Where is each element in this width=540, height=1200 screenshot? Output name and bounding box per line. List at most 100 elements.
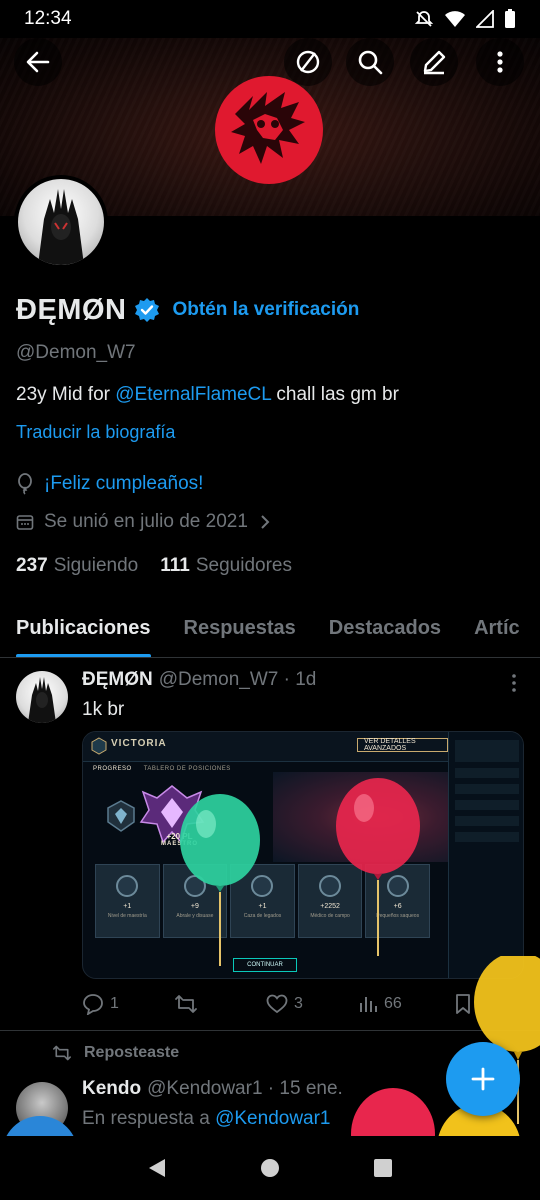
reply-context-mention[interactable]: @Kendowar1 — [215, 1108, 330, 1129]
followers-count: 111 — [160, 555, 190, 576]
small-rank-emblem-icon — [107, 800, 135, 832]
green-balloon — [180, 794, 260, 966]
plus-icon — [471, 1067, 495, 1091]
like-count: 3 — [294, 995, 303, 1012]
recents-square-icon[interactable] — [373, 1158, 393, 1178]
following-label: Siguiendo — [53, 555, 139, 576]
search-icon — [358, 50, 383, 75]
game-header: VICTORIA VER DETALLES AVANZADOS — [83, 732, 448, 762]
edit-button[interactable] — [410, 38, 458, 86]
social-panel — [448, 732, 523, 978]
reply-context-prefix: En respuesta a — [82, 1108, 216, 1129]
status-bar: 12:34 — [0, 0, 540, 38]
status-time: 12:34 — [24, 8, 72, 29]
translate-bio-link[interactable]: Traducir la biografía — [16, 422, 526, 443]
like-button[interactable]: 3 — [266, 994, 358, 1014]
arrow-left-icon — [26, 51, 50, 73]
pencil-icon — [423, 50, 446, 75]
back-button[interactable] — [14, 38, 62, 86]
followers-label: Seguidores — [195, 555, 292, 576]
heart-icon — [266, 994, 288, 1014]
reposted-handle-time: @Kendowar1 · 15 ene. — [147, 1078, 343, 1099]
tweet-avatar[interactable] — [16, 671, 68, 723]
bio: 23y Mid for @EternalFlameCL chall las gm… — [16, 384, 526, 406]
verified-badge-icon[interactable] — [134, 297, 160, 323]
game-tab-progress: PROGRESO — [93, 766, 132, 772]
mission-card: +1 Nivel de maestría — [95, 864, 160, 938]
more-vertical-icon — [512, 674, 516, 692]
tab-replies[interactable]: Respuestas — [184, 600, 296, 657]
game-result-title: VICTORIA — [111, 738, 167, 749]
profile-info: ĐĘMØN Obtén la verificación @Demon_W7 23… — [16, 290, 526, 577]
search-button[interactable] — [346, 38, 394, 86]
mute-icon — [414, 11, 434, 27]
repost-button[interactable] — [174, 993, 266, 1015]
back-triangle-icon[interactable] — [147, 1157, 167, 1179]
tweet-actions: 1 3 66 — [82, 993, 482, 1015]
wifi-icon — [445, 11, 465, 27]
display-name: ĐĘMØN — [16, 293, 127, 326]
more-vertical-icon — [497, 51, 503, 73]
avatar-image — [28, 677, 56, 723]
repost-indicator: Reposteaste — [52, 1044, 179, 1062]
reposted-author-name[interactable]: Kendo — [82, 1078, 141, 1100]
following-count: 237 — [16, 555, 48, 576]
birthday-label: ¡Feliz cumpleaños! — [44, 473, 204, 494]
advanced-details-button: VER DETALLES AVANZADOS — [357, 738, 448, 752]
views-chart-icon — [360, 997, 377, 1012]
signal-icon — [476, 10, 494, 28]
red-balloon — [336, 778, 420, 956]
following-link[interactable]: 237 Siguiendo — [16, 555, 138, 577]
home-circle-icon[interactable] — [260, 1158, 280, 1178]
reply-button[interactable]: 1 — [82, 993, 174, 1015]
tweet-text: 1k br — [82, 699, 125, 720]
chevron-right-icon — [261, 515, 270, 529]
reply-context: En respuesta a @Kendowar1 — [82, 1108, 331, 1130]
bookmark-icon — [456, 994, 470, 1014]
followers-link[interactable]: 111 Seguidores — [160, 555, 292, 577]
views-count: 66 — [384, 995, 402, 1012]
profile-avatar[interactable] — [14, 175, 108, 269]
profile-tabs: Publicaciones Respuestas Destacados Artí… — [0, 600, 540, 658]
tweet-header: ĐĘMØN @Demon_W7 · 1d — [82, 669, 316, 691]
mission-caption: Nivel de maestría — [107, 913, 147, 919]
tweet-more-button[interactable] — [510, 673, 518, 698]
banner-logo — [215, 76, 323, 184]
bio-text-start: 23y Mid for — [16, 384, 116, 405]
joined-row[interactable]: Se unió en julio de 2021 — [16, 511, 526, 533]
bio-mention-link[interactable]: @EternalFlameCL — [115, 384, 271, 405]
tweet-handle-time: @Demon_W7 · 1d — [158, 669, 317, 690]
balloon-icon — [18, 473, 32, 495]
calendar-icon — [16, 515, 34, 530]
tab-posts[interactable]: Publicaciones — [16, 600, 151, 657]
bio-text-end: chall las gm br — [271, 384, 399, 405]
tweet-author-name[interactable]: ĐĘMØN — [82, 669, 153, 691]
victory-emblem-icon — [91, 737, 107, 755]
reposted-tweet-header: Kendo @Kendowar1 · 15 ene. — [82, 1078, 343, 1100]
tab-articles[interactable]: Artíc — [474, 600, 520, 657]
get-verified-link[interactable]: Obtén la verificación — [172, 299, 359, 321]
android-nav-bar — [0, 1136, 540, 1200]
mission-icon — [116, 875, 139, 897]
reply-count: 1 — [110, 995, 119, 1012]
birthday-row[interactable]: ¡Feliz cumpleaños! — [16, 473, 526, 495]
hide-button[interactable] — [284, 38, 332, 86]
battery-icon — [505, 9, 515, 28]
views-button[interactable]: 66 — [358, 994, 454, 1014]
repost-icon — [52, 1045, 71, 1061]
tab-highlights[interactable]: Destacados — [329, 600, 441, 657]
pink-balloon — [351, 1088, 435, 1138]
profile-handle: @Demon_W7 — [16, 342, 136, 363]
more-options-button[interactable] — [476, 38, 524, 86]
tweet-media-image[interactable]: VICTORIA VER DETALLES AVANZADOS PROGRESO… — [82, 731, 524, 979]
blue-balloon — [5, 1116, 75, 1138]
repost-icon — [175, 995, 197, 1013]
game-tabs: PROGRESO TABLERO DE POSICIONES — [93, 766, 231, 772]
tweet[interactable]: ĐĘMØN @Demon_W7 · 1d 1k br VICTORIA VER … — [0, 659, 540, 1031]
circle-slash-icon — [296, 50, 320, 74]
avatar-image — [38, 189, 84, 265]
mission-value: +1 — [123, 903, 132, 910]
compose-button[interactable] — [446, 1042, 520, 1116]
game-tab-leaderboard: TABLERO DE POSICIONES — [143, 766, 231, 772]
bookmark-button[interactable] — [454, 993, 472, 1015]
